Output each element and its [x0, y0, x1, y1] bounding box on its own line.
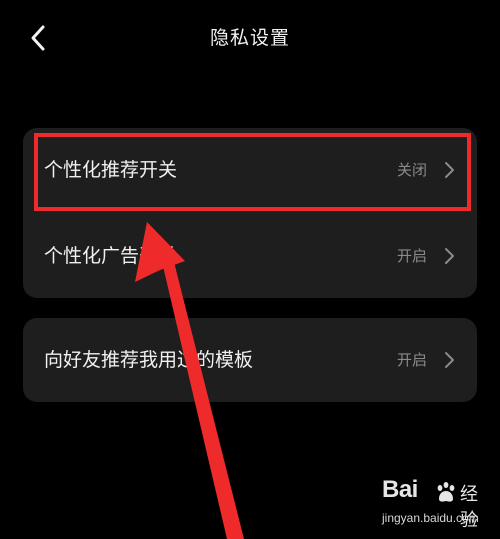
row-personalized-recommendation[interactable]: 个性化推荐开关 关闭	[23, 128, 477, 212]
page-title: 隐私设置	[209, 27, 290, 49]
row-label: 向好友推荐我用过的模板	[44, 349, 254, 371]
row-value: 关闭	[396, 161, 427, 179]
row-personalized-ads[interactable]: 个性化广告开关 开启	[23, 214, 477, 298]
header-bar: 隐私设置	[0, 0, 500, 80]
settings-group-ads: 个性化推荐开关 关闭 个性化广告开关 开启	[23, 128, 477, 298]
row-label: 个性化广告开关	[44, 245, 178, 267]
watermark-domain: jingyan.baidu.com	[382, 511, 479, 525]
row-value: 开启	[396, 351, 427, 369]
row-label: 个性化推荐开关	[44, 159, 178, 181]
row-recommend-templates-to-friends[interactable]: 向好友推荐我用过的模板 开启	[23, 318, 477, 402]
settings-group-templates: 向好友推荐我用过的模板 开启	[23, 318, 477, 402]
chevron-right-icon	[443, 351, 455, 369]
row-value: 开启	[396, 247, 427, 265]
watermark-logo-text: Bai	[382, 476, 418, 503]
baidu-jingyan-watermark: Bai 经验 jingyan.baidu.com	[382, 476, 494, 532]
chevron-right-icon	[443, 161, 455, 179]
paw-icon	[435, 481, 457, 503]
chevron-right-icon	[443, 247, 455, 265]
